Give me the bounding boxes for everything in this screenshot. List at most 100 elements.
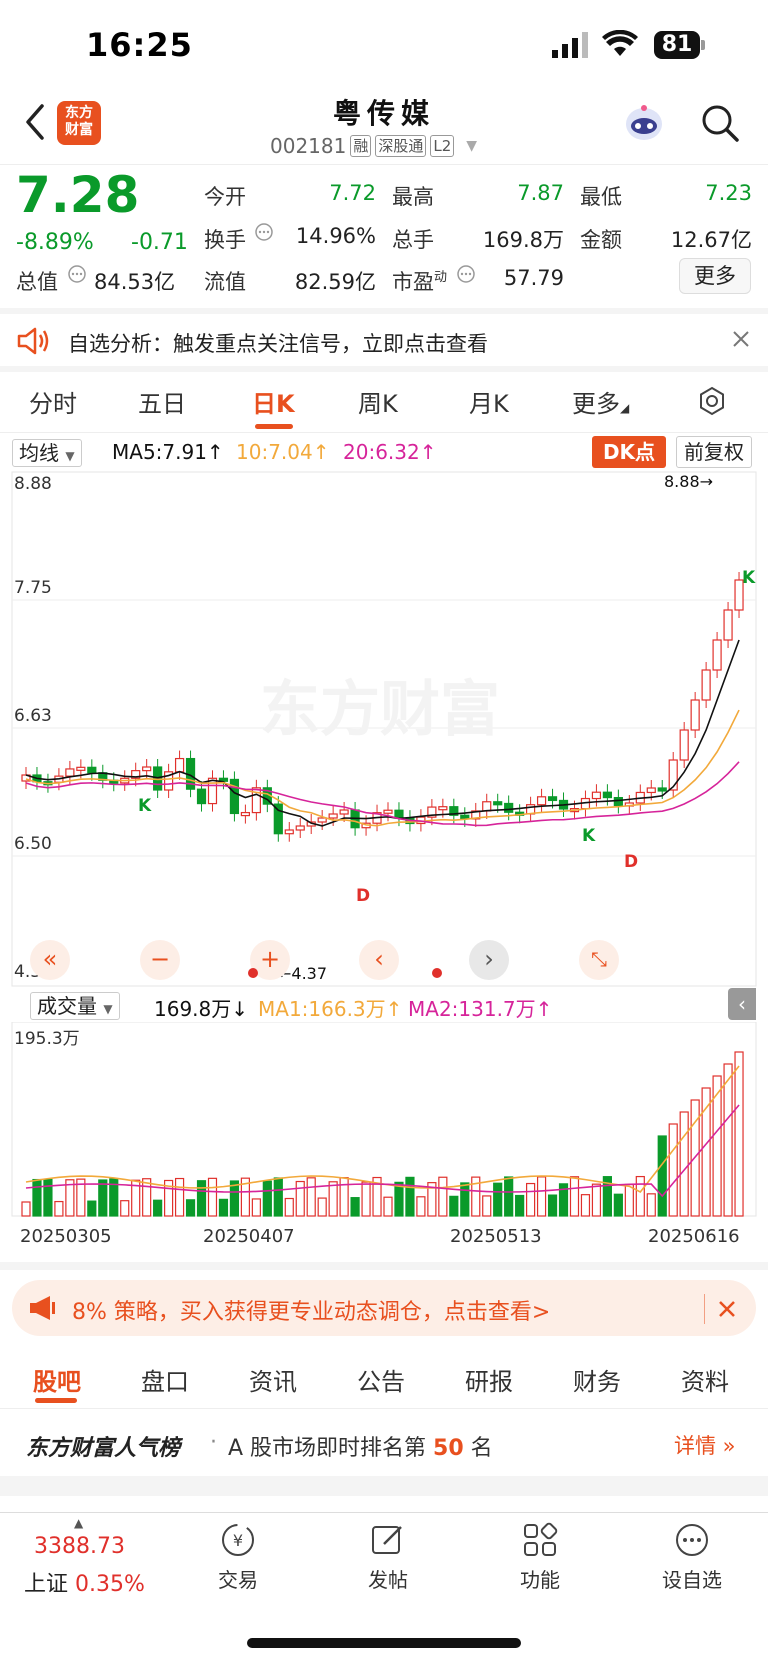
volume-bar (657, 1135, 667, 1217)
footer-trade[interactable]: 交易 (193, 1564, 283, 1593)
volume-bar (306, 1177, 316, 1217)
date-label: 20250305 (20, 1226, 112, 1247)
watchlist-icon[interactable] (674, 1522, 710, 1562)
volume-bar (580, 1194, 591, 1217)
caret-up-icon[interactable]: ▲ (74, 1516, 83, 1530)
candle-body (284, 829, 294, 835)
info-icon[interactable] (67, 264, 87, 288)
tab-intraday[interactable]: 分时 (29, 384, 77, 419)
volume-bar (646, 1193, 656, 1217)
high-label: 最高 (392, 185, 434, 209)
settings-gear-icon[interactable] (697, 386, 727, 420)
info-icon[interactable] (456, 264, 476, 288)
post-icon[interactable] (370, 1522, 406, 1562)
tab-five-day[interactable]: 五日 (138, 384, 186, 419)
btab-underline (35, 1398, 77, 1403)
index-line[interactable]: 上证 0.35% (24, 1566, 145, 1598)
candle-body (142, 766, 152, 772)
volume-bar (43, 1178, 53, 1217)
tab-forum[interactable]: 股吧 (33, 1362, 81, 1397)
tab-daily-k[interactable]: 日K (252, 384, 295, 419)
tab-orderbook[interactable]: 盘口 (141, 1362, 189, 1397)
speaker-icon (16, 326, 50, 360)
volume-chart[interactable] (0, 1022, 768, 1218)
kline-chart[interactable]: 东方财富 (0, 470, 768, 990)
ma-select[interactable]: 均线 ▼ (12, 439, 82, 467)
volume-select[interactable]: 成交量 ▼ (30, 992, 120, 1020)
close-icon[interactable] (732, 330, 750, 352)
header-divider (0, 164, 768, 165)
tab-weekly-k[interactable]: 周K (358, 384, 398, 419)
rank-dot: · (210, 1430, 217, 1455)
event-dot[interactable] (432, 968, 442, 978)
battery-tip (701, 40, 705, 50)
candle-body (383, 809, 393, 814)
candle-body (317, 817, 327, 823)
zoom-out-icon[interactable]: − (140, 940, 180, 980)
volume-bar (460, 1182, 470, 1217)
max-marker: 8.88→ (664, 472, 714, 491)
promo-text[interactable]: 8% 策略，买入获得更专业动态调仓，点击查看> (72, 1294, 550, 1326)
dk-point-button[interactable]: DK点 (592, 436, 666, 468)
y-label-max: 8.88 (14, 474, 52, 494)
tab-announcements[interactable]: 公告 (357, 1362, 405, 1397)
volume-bar (613, 1193, 623, 1217)
tabs-divider (0, 432, 768, 433)
tab-finance[interactable]: 财务 (573, 1362, 621, 1397)
float-value-label: 流值 (204, 270, 246, 294)
event-dot[interactable] (248, 968, 258, 978)
index-value[interactable]: 3388.73 (34, 1534, 125, 1559)
tag-l2: L2 (430, 135, 455, 157)
change-pct: -8.89% (16, 230, 94, 255)
tab-monthly-k[interactable]: 月K (469, 384, 509, 419)
tab-news[interactable]: 资讯 (249, 1362, 297, 1397)
volume-max-label: 195.3万 (14, 1029, 80, 1049)
candle-body (701, 669, 711, 701)
amount-value: 12.67亿 (670, 228, 752, 252)
footer-watchlist[interactable]: 设自选 (647, 1564, 737, 1593)
collapse-panel-icon[interactable]: ‹ (728, 988, 756, 1020)
volume-bar (361, 1181, 371, 1217)
amount-label: 金额 (580, 228, 622, 252)
candle-body (65, 768, 75, 777)
trade-icon[interactable]: ¥ (218, 1522, 258, 1562)
volume-bar (328, 1181, 338, 1217)
candle-body (196, 788, 207, 805)
tab-research[interactable]: 研报 (465, 1362, 513, 1397)
fast-backward-icon[interactable]: « (30, 940, 70, 980)
candle-body (712, 639, 722, 671)
y-label-3: 6.63 (14, 706, 52, 726)
stock-code: 002181 (270, 134, 347, 158)
volume-ma1-line (25, 1065, 740, 1194)
candle-body (679, 729, 689, 761)
search-icon[interactable] (700, 103, 740, 147)
footer-function[interactable]: 功能 (495, 1564, 585, 1593)
step-back-icon[interactable]: ‹ (359, 940, 399, 980)
volume-bar (515, 1194, 525, 1217)
rank-detail-link[interactable]: 详情 » (674, 1430, 736, 1460)
home-indicator (247, 1638, 521, 1648)
notice-text[interactable]: 自选分析：触发重点关注信号，立即点击查看 (68, 328, 488, 358)
tab-more[interactable]: 更多◢ (572, 384, 629, 419)
info-icon[interactable] (254, 222, 274, 246)
turnover-label: 换手 (204, 228, 246, 252)
candle-body (657, 787, 667, 792)
function-grid-icon[interactable] (522, 1522, 558, 1562)
btab-divider (0, 1408, 768, 1409)
candle-body (394, 809, 404, 819)
adjust-button[interactable]: 前复权 (676, 436, 752, 468)
more-button[interactable]: 更多 (679, 258, 751, 294)
tab-profile[interactable]: 资料 (681, 1362, 729, 1397)
volume-bar (196, 1180, 207, 1217)
ma10-value: 10:7.04↑ (236, 440, 330, 464)
step-forward-icon[interactable]: › (469, 940, 509, 980)
close-icon[interactable] (718, 1300, 736, 1322)
robot-avatar-icon[interactable] (622, 102, 666, 148)
section-gap (0, 1262, 768, 1270)
volume-bar (449, 1195, 459, 1217)
volume-bar (350, 1197, 360, 1217)
volume-bar (87, 1200, 97, 1217)
caret-down-icon[interactable]: ▼ (466, 138, 477, 154)
fullscreen-icon[interactable]: ⤡ (579, 940, 619, 980)
footer-post[interactable]: 发帖 (343, 1564, 433, 1593)
